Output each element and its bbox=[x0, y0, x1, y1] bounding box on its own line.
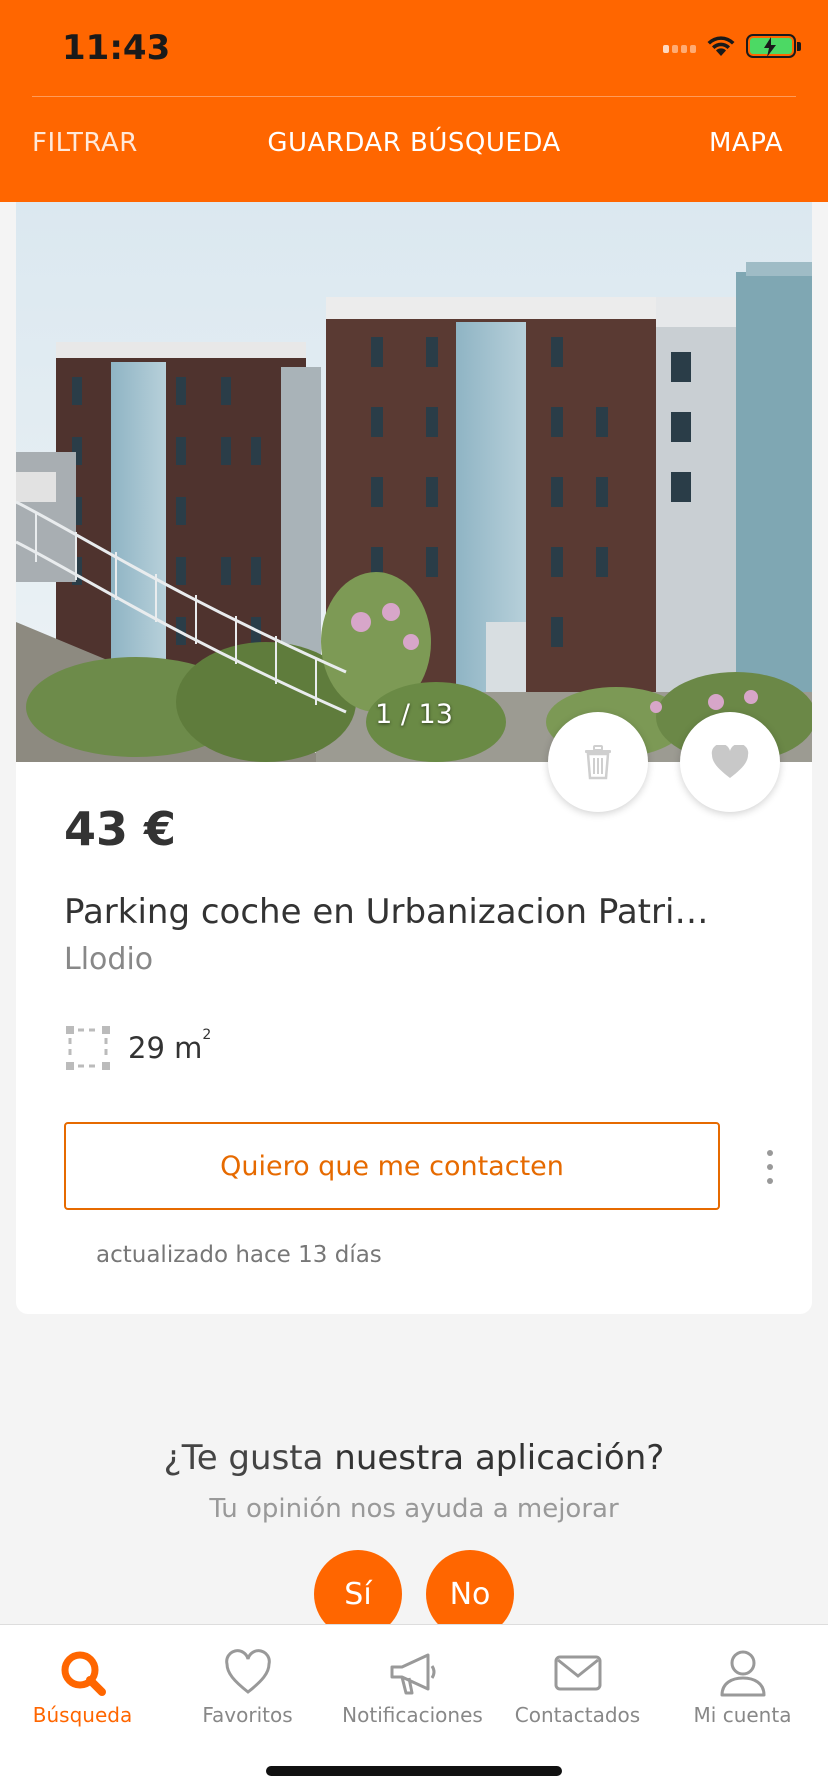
megaphone-icon bbox=[390, 1653, 435, 1695]
map-button[interactable]: MAPA bbox=[709, 128, 783, 158]
feedback-question: ¿Te gusta nuestra aplicación? bbox=[163, 1438, 665, 1478]
tab-notifications[interactable]: Notificaciones bbox=[330, 1649, 495, 1727]
tab-search[interactable]: Búsqueda bbox=[0, 1649, 165, 1727]
area-icon bbox=[66, 1026, 110, 1070]
header-divider bbox=[32, 96, 796, 97]
tab-notifications-label: Notificaciones bbox=[342, 1703, 483, 1727]
updated-timestamp: actualizado hace 13 días bbox=[96, 1242, 382, 1268]
wifi-icon bbox=[707, 36, 735, 56]
battery-icon bbox=[746, 34, 801, 58]
status-icons bbox=[663, 34, 801, 58]
discard-button[interactable] bbox=[548, 712, 648, 812]
home-indicator bbox=[266, 1766, 562, 1776]
app-header: 11:43 GUARDAR BÚSQUEDA FILTRAR MAPA bbox=[0, 0, 828, 202]
listing-location: Llodio bbox=[64, 942, 154, 977]
tab-my-account-label: Mi cuenta bbox=[693, 1703, 792, 1727]
favorite-button[interactable] bbox=[680, 712, 780, 812]
contact-me-button[interactable]: Quiero que me contacten bbox=[64, 1122, 720, 1210]
tab-my-account[interactable]: Mi cuenta bbox=[660, 1649, 825, 1727]
cellular-signal-icon bbox=[663, 39, 696, 53]
feedback-subtitle: Tu opinión nos ayuda a mejorar bbox=[209, 1494, 619, 1524]
envelope-icon bbox=[554, 1655, 601, 1691]
header-nav: GUARDAR BÚSQUEDA FILTRAR MAPA bbox=[0, 128, 828, 174]
area-row: 29 m2 bbox=[64, 1024, 211, 1072]
tab-contacted[interactable]: Contactados bbox=[495, 1649, 660, 1727]
filter-button[interactable]: FILTRAR bbox=[32, 128, 138, 158]
user-icon bbox=[720, 1650, 765, 1697]
more-options-button[interactable] bbox=[760, 1150, 780, 1184]
photo-counter: 1 / 13 bbox=[375, 699, 453, 730]
status-time: 11:43 bbox=[62, 28, 171, 68]
tab-contacted-label: Contactados bbox=[514, 1703, 641, 1727]
tab-favorites-label: Favoritos bbox=[202, 1703, 293, 1727]
listing-title[interactable]: Parking coche en Urbanizacion Patrici… bbox=[64, 892, 724, 932]
listing-price: 43 € bbox=[64, 802, 177, 856]
area-value: 29 m2 bbox=[128, 1027, 212, 1065]
listing-card[interactable]: 1 / 13 43 € Parking coche en Urbanizacio… bbox=[16, 202, 812, 1314]
building-photo bbox=[16, 202, 812, 762]
heart-icon bbox=[224, 1649, 271, 1694]
search-icon bbox=[61, 1651, 106, 1696]
listing-photo[interactable]: 1 / 13 bbox=[16, 202, 812, 762]
trash-icon bbox=[585, 745, 611, 780]
tab-favorites[interactable]: Favoritos bbox=[165, 1649, 330, 1727]
tab-search-label: Búsqueda bbox=[32, 1703, 133, 1727]
heart-icon bbox=[711, 745, 749, 778]
